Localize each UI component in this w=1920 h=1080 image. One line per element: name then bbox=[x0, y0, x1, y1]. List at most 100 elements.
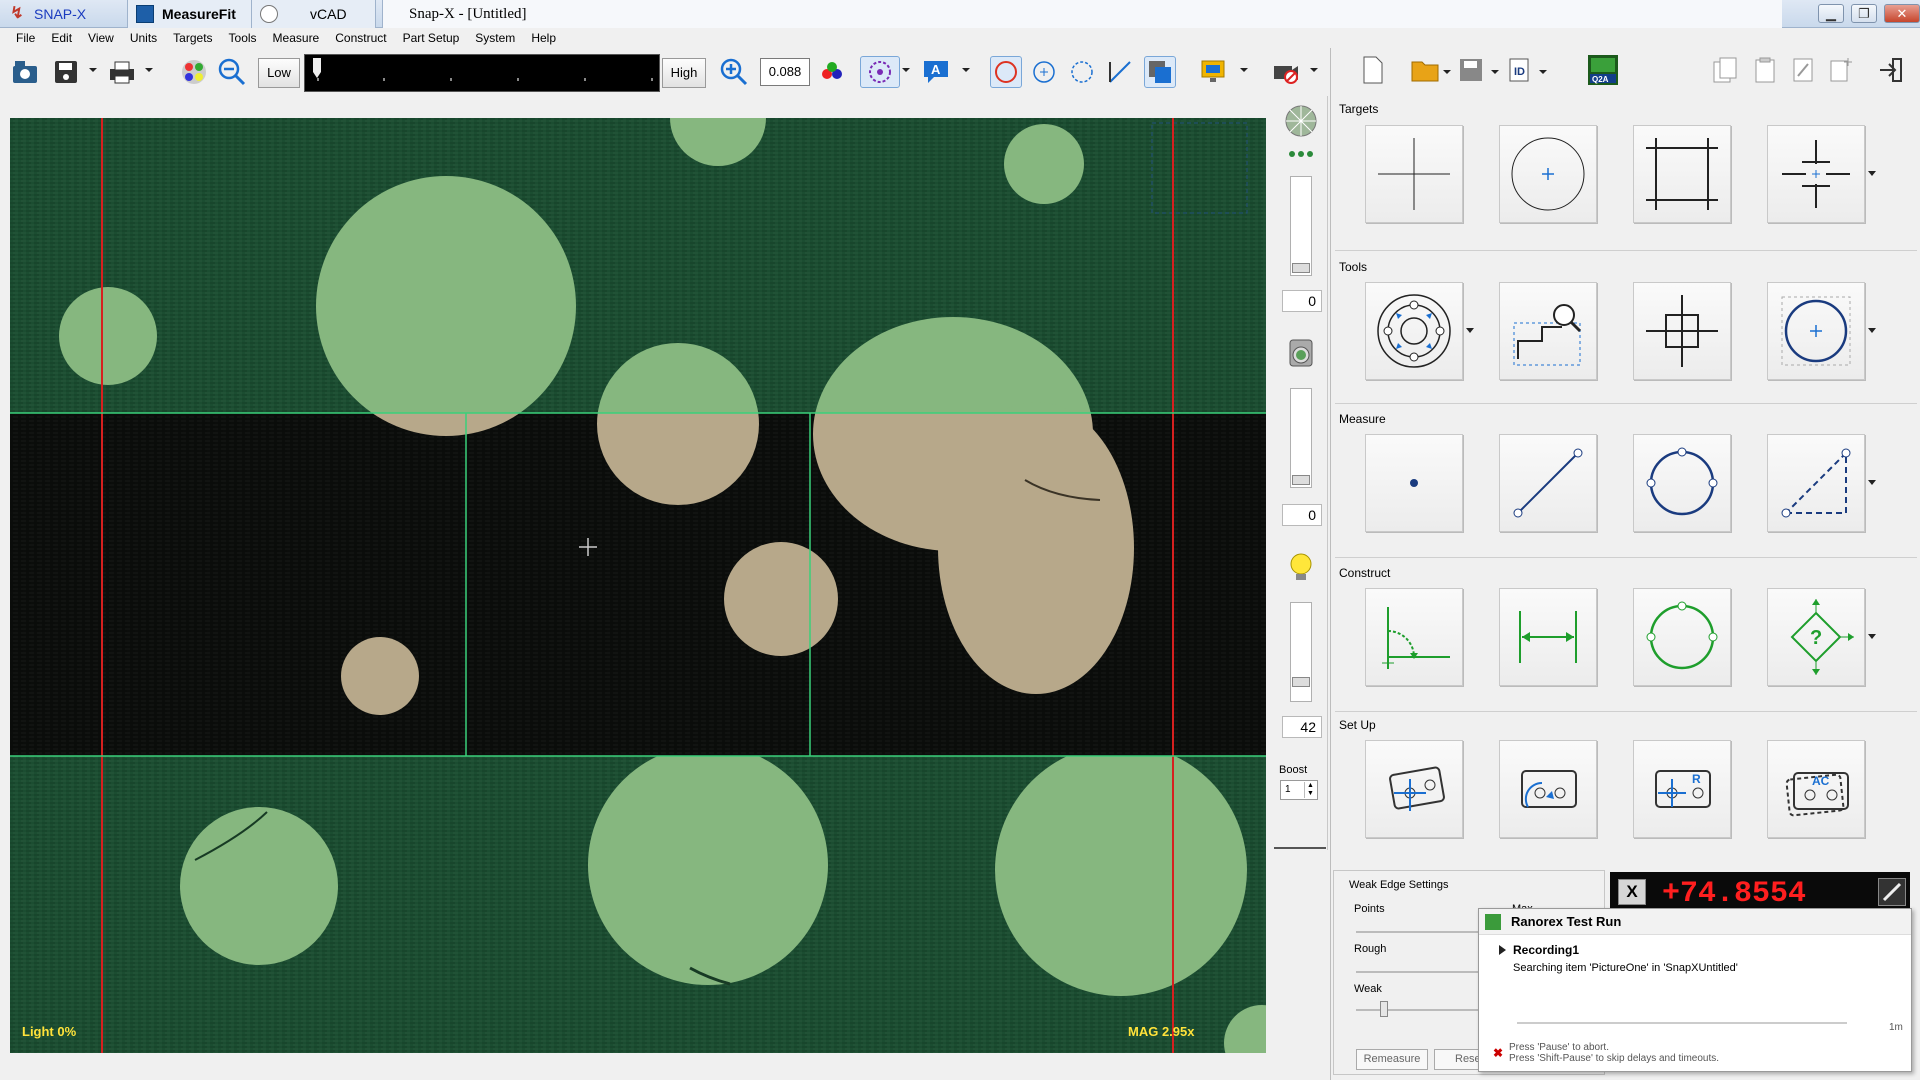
save-dropdown-arrow[interactable] bbox=[89, 68, 97, 72]
measure-dropdown-arrow[interactable] bbox=[1868, 480, 1876, 485]
construct-dropdown-arrow[interactable] bbox=[1868, 634, 1876, 639]
ring-light-value[interactable]: 0 bbox=[1282, 290, 1322, 312]
expand-arrow-icon[interactable] bbox=[1499, 945, 1506, 955]
measure-line-button[interactable] bbox=[1104, 56, 1136, 88]
save-file-button[interactable] bbox=[1455, 54, 1487, 86]
back-light-value[interactable]: 0 bbox=[1282, 504, 1322, 526]
slider-thumb[interactable] bbox=[1292, 475, 1310, 485]
paste-button[interactable] bbox=[1749, 54, 1781, 86]
camera-off-button[interactable] bbox=[1270, 56, 1302, 88]
circle-tool-button[interactable] bbox=[990, 56, 1022, 88]
save-file-dropdown-arrow[interactable] bbox=[1491, 70, 1499, 74]
measure-point-button[interactable] bbox=[1365, 434, 1463, 532]
menu-measure[interactable]: Measure bbox=[265, 28, 328, 48]
construct-angle-button[interactable] bbox=[1365, 588, 1463, 686]
new-file-button[interactable] bbox=[1357, 54, 1389, 86]
abort-icon[interactable]: ✖ bbox=[1493, 1046, 1503, 1060]
target-grid-button[interactable] bbox=[1633, 125, 1731, 223]
tool-edge-search-button[interactable] bbox=[1499, 282, 1597, 380]
remeasure-button[interactable]: Remeasure bbox=[1356, 1049, 1428, 1070]
color-settings-button[interactable] bbox=[178, 56, 210, 88]
target-dropdown-arrow[interactable] bbox=[1868, 171, 1876, 176]
auto-detect-dropdown-arrow[interactable] bbox=[902, 68, 910, 72]
ring-light-slider[interactable] bbox=[1290, 176, 1312, 276]
menu-part-setup[interactable]: Part Setup bbox=[395, 28, 468, 48]
minimize-button[interactable]: ▁ bbox=[1818, 4, 1844, 23]
back-light-button[interactable] bbox=[1284, 336, 1318, 373]
rough-slider[interactable] bbox=[1356, 971, 1496, 973]
dotted-circle-button[interactable] bbox=[1066, 56, 1098, 88]
copy-button[interactable] bbox=[1709, 54, 1741, 86]
coaxial-light-slider[interactable] bbox=[1290, 602, 1312, 702]
measure-circle-button[interactable] bbox=[1633, 434, 1731, 532]
focus-high-button[interactable]: High bbox=[662, 58, 706, 88]
tab-snapx[interactable]: ↯ SNAP-X bbox=[0, 0, 128, 28]
setup-rotate-button[interactable] bbox=[1499, 740, 1597, 838]
segment-select-icon[interactable] bbox=[1284, 148, 1318, 158]
construct-unknown-button[interactable]: ? bbox=[1767, 588, 1876, 686]
open-file-button[interactable] bbox=[1409, 54, 1441, 86]
add-page-button[interactable] bbox=[1825, 54, 1857, 86]
menu-tools[interactable]: Tools bbox=[221, 28, 265, 48]
print-button[interactable] bbox=[106, 56, 138, 88]
display-dropdown-arrow[interactable] bbox=[1240, 68, 1248, 72]
slider-thumb[interactable] bbox=[1292, 263, 1310, 273]
setup-part-origin-button[interactable] bbox=[1365, 740, 1463, 838]
part-id-button[interactable]: ID bbox=[1505, 54, 1537, 86]
menu-help[interactable]: Help bbox=[523, 28, 564, 48]
ring-light-button[interactable] bbox=[1284, 104, 1318, 141]
tool-circle-fit-button[interactable] bbox=[1767, 282, 1876, 380]
display-button[interactable] bbox=[1198, 56, 1230, 88]
edit-button[interactable] bbox=[1787, 54, 1819, 86]
zoom-value-field[interactable]: 0.088 bbox=[760, 58, 810, 86]
menu-file[interactable]: File bbox=[8, 28, 43, 48]
target-reticle-button[interactable] bbox=[1767, 125, 1876, 223]
close-button[interactable]: ✕ bbox=[1884, 4, 1920, 23]
circle-center-button[interactable] bbox=[1028, 56, 1060, 88]
measure-distance-button[interactable] bbox=[1767, 434, 1876, 532]
part-id-dropdown-arrow[interactable] bbox=[1539, 70, 1547, 74]
overlay-button[interactable] bbox=[1144, 56, 1176, 88]
menu-targets[interactable]: Targets bbox=[165, 28, 220, 48]
tool-edge-circle-button[interactable] bbox=[1365, 282, 1474, 380]
focus-slider-thumb[interactable] bbox=[313, 58, 321, 78]
construct-distance-button[interactable] bbox=[1499, 588, 1597, 686]
q2a-button[interactable]: Q2A bbox=[1587, 54, 1619, 86]
focus-low-button[interactable]: Low bbox=[258, 58, 300, 88]
open-camera-button[interactable] bbox=[10, 56, 42, 88]
dro-settings-button[interactable] bbox=[1878, 878, 1906, 906]
back-light-slider[interactable] bbox=[1290, 388, 1312, 488]
weak-slider[interactable] bbox=[1356, 1009, 1496, 1011]
construct-circle-button[interactable] bbox=[1633, 588, 1731, 686]
tool-dropdown-arrow[interactable] bbox=[1466, 328, 1474, 333]
annotation-dropdown-arrow[interactable] bbox=[962, 68, 970, 72]
rgb-color-button[interactable] bbox=[816, 56, 848, 88]
coaxial-light-value[interactable]: 42 bbox=[1282, 716, 1322, 738]
open-dropdown-arrow[interactable] bbox=[1443, 70, 1451, 74]
menu-system[interactable]: System bbox=[467, 28, 523, 48]
camera-view[interactable] bbox=[10, 118, 1266, 1053]
save-button[interactable] bbox=[50, 56, 82, 88]
menu-edit[interactable]: Edit bbox=[43, 28, 80, 48]
x-axis-button[interactable]: X bbox=[1618, 879, 1646, 905]
coaxial-light-button[interactable] bbox=[1284, 550, 1318, 587]
spin-arrows-icon[interactable]: ▲ ▼ bbox=[1304, 782, 1316, 798]
annotation-button[interactable]: A bbox=[920, 56, 952, 88]
boost-spinner[interactable]: 1 ▲ ▼ bbox=[1280, 780, 1318, 800]
menu-units[interactable]: Units bbox=[122, 28, 165, 48]
tab-vcad[interactable]: vCAD bbox=[252, 0, 376, 28]
tool-box-crosshair-button[interactable] bbox=[1633, 282, 1731, 380]
menu-construct[interactable]: Construct bbox=[327, 28, 394, 48]
slider-thumb[interactable] bbox=[1292, 677, 1310, 687]
exit-button[interactable] bbox=[1875, 54, 1907, 86]
setup-auto-center-button[interactable]: AC bbox=[1767, 740, 1865, 838]
zoom-out-button[interactable] bbox=[216, 56, 248, 88]
points-slider[interactable] bbox=[1356, 931, 1496, 933]
auto-detect-button[interactable] bbox=[860, 56, 900, 88]
tool-dropdown-arrow[interactable] bbox=[1868, 328, 1876, 333]
weak-slider-thumb[interactable] bbox=[1380, 1001, 1388, 1017]
print-dropdown-arrow[interactable] bbox=[145, 68, 153, 72]
setup-reference-button[interactable]: R bbox=[1633, 740, 1731, 838]
measure-line-tile-button[interactable] bbox=[1499, 434, 1597, 532]
tab-measurefit[interactable]: MeasureFit bbox=[128, 0, 252, 28]
